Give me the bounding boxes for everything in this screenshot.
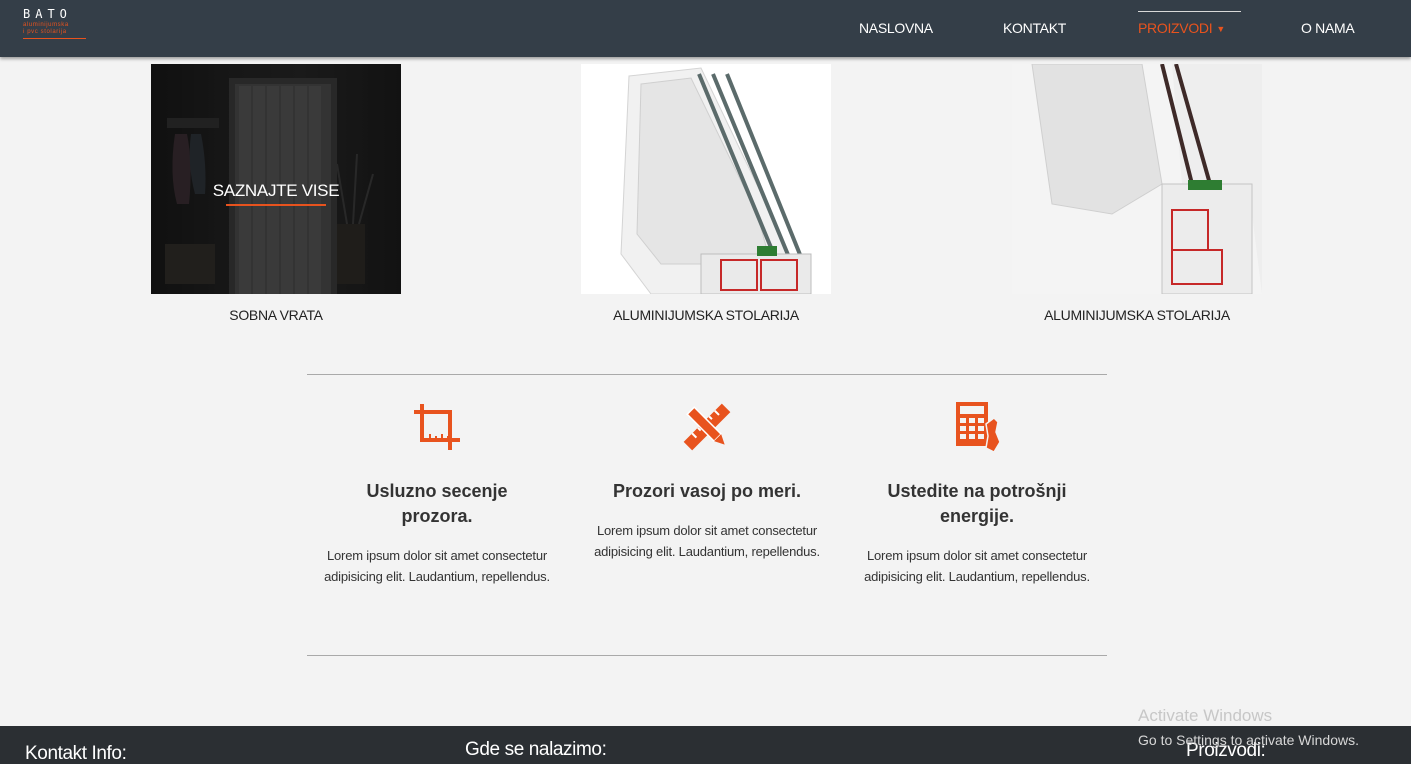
logo-tagline-line1: aluminijumska — [23, 22, 69, 28]
chevron-down-icon: ▼ — [1216, 24, 1225, 34]
product-card-aluminijumska-stolarija-1[interactable]: ALUMINIJUMSKA STOLARIJA — [581, 64, 831, 323]
nav-item-proizvodi[interactable]: PROIZVODI ▼ — [1138, 11, 1241, 36]
window-profile-illustration — [620, 67, 812, 294]
feature-title: Prozori vasoj po meri. — [612, 481, 802, 501]
window-profile-image[interactable] — [1012, 64, 1262, 294]
calculator-hand-icon — [956, 402, 1001, 453]
section-divider-top — [307, 374, 1107, 375]
pencil-ruler-icon — [683, 403, 731, 451]
product-caption[interactable]: ALUMINIJUMSKA STOLARIJA — [581, 307, 831, 323]
product-caption[interactable]: ALUMINIJUMSKA STOLARIJA — [1012, 307, 1262, 323]
logo-wordmark: BATO — [23, 7, 72, 21]
windows-activation-watermark: Activate Windows Go to Settings to activ… — [1138, 706, 1359, 749]
logo-tagline-line2: i pvc stolarija — [23, 29, 67, 35]
top-navbar: BATO aluminijumska i pvc stolarija NASLO… — [0, 0, 1411, 57]
window-profile-illustration — [1012, 64, 1262, 294]
product-card-aluminijumska-stolarija-2[interactable]: ALUMINIJUMSKA STOLARIJA — [1012, 64, 1262, 323]
nav-item-naslovna[interactable]: NASLOVNA — [859, 20, 933, 36]
section-divider-bottom — [307, 655, 1107, 656]
brand-logo[interactable]: BATO aluminijumska i pvc stolarija — [23, 8, 87, 39]
feature-text: Lorem ipsum dolor sit amet consectetur a… — [864, 548, 1090, 584]
product-caption[interactable]: SOBNA VRATA — [151, 307, 401, 323]
image-overlay — [151, 64, 401, 294]
footer-location-heading: Gde se nalazimo: — [465, 739, 607, 760]
feature-text: Lorem ipsum dolor sit amet consectetur a… — [324, 548, 550, 584]
cta-underline — [226, 204, 326, 206]
nav-item-o-nama[interactable]: O NAMA — [1301, 20, 1355, 36]
feature-title: Usluzno secenje prozora. — [366, 481, 508, 526]
crop-icon — [414, 404, 460, 450]
nav-item-proizvodi-label: PROIZVODI — [1138, 20, 1213, 36]
watermark-subtitle: Go to Settings to activate Windows. — [1138, 732, 1359, 748]
logo-underline — [23, 38, 86, 39]
nav-item-kontakt[interactable]: KONTAKT — [1003, 20, 1066, 36]
window-profile-image[interactable] — [581, 64, 831, 294]
watermark-title: Activate Windows — [1138, 706, 1273, 725]
interior-door-image[interactable]: SAZNAJTE VISE — [151, 64, 401, 294]
product-card-sobna-vrata[interactable]: SAZNAJTE VISE SOBNA VRATA — [151, 64, 401, 323]
footer-contact-heading: Kontakt Info: — [25, 743, 127, 764]
feature-custom-windows: Prozori vasoj po meri. Lorem ipsum dolor… — [577, 400, 837, 562]
feature-energy-saving: Ustedite na potrošnji energije. Lorem ip… — [847, 400, 1107, 587]
feature-cutting: Usluzno secenje prozora. Lorem ipsum dol… — [307, 400, 567, 587]
feature-text: Lorem ipsum dolor sit amet consectetur a… — [594, 523, 820, 559]
feature-title: Ustedite na potrošnji energije. — [887, 481, 1067, 526]
learn-more-link[interactable]: SAZNAJTE VISE — [151, 181, 401, 201]
